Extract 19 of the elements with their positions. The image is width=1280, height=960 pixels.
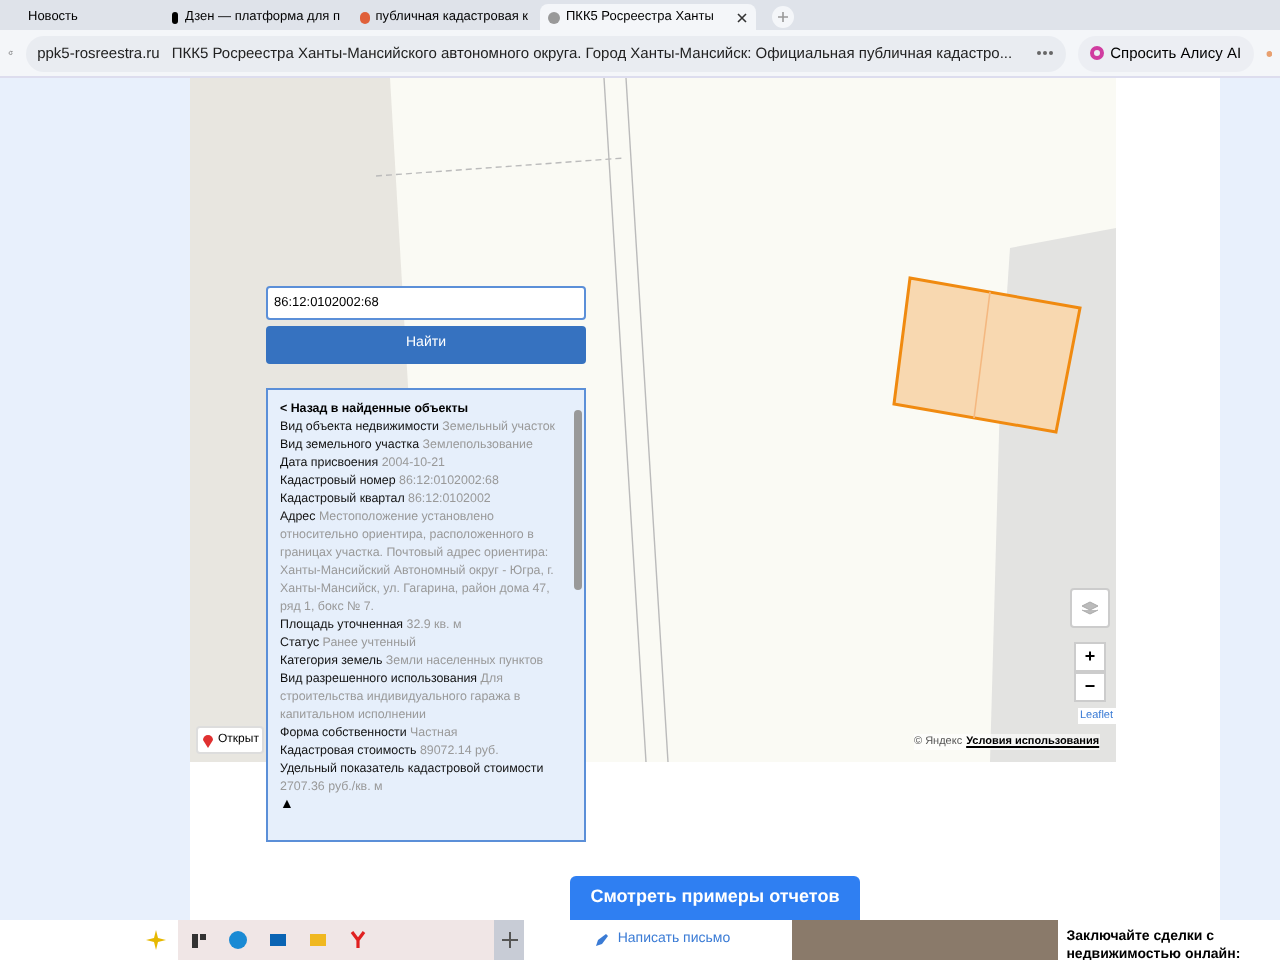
new-tab-icon[interactable] [772,6,794,28]
site-icon [548,11,560,23]
browser-icon[interactable] [228,930,249,950]
pencil-icon [593,932,610,948]
alice-icon [1090,46,1105,60]
widgets-icon[interactable] [190,931,209,949]
close-icon[interactable] [736,12,748,24]
zoom-in-button[interactable]: + [1074,642,1106,672]
plus-icon[interactable] [501,932,518,948]
examples-button[interactable]: Смотреть примеры отчетов [570,876,860,920]
pin-icon [202,732,214,748]
site-icon [172,11,179,23]
zoom-out-button[interactable]: − [1074,672,1106,702]
sparkle-icon[interactable] [146,930,167,950]
letter-y-icon[interactable] [348,930,369,950]
layers-icon[interactable] [1070,588,1110,628]
mail-icon[interactable] [268,930,289,950]
more-icon[interactable] [1036,50,1055,56]
site-icon [360,11,370,23]
